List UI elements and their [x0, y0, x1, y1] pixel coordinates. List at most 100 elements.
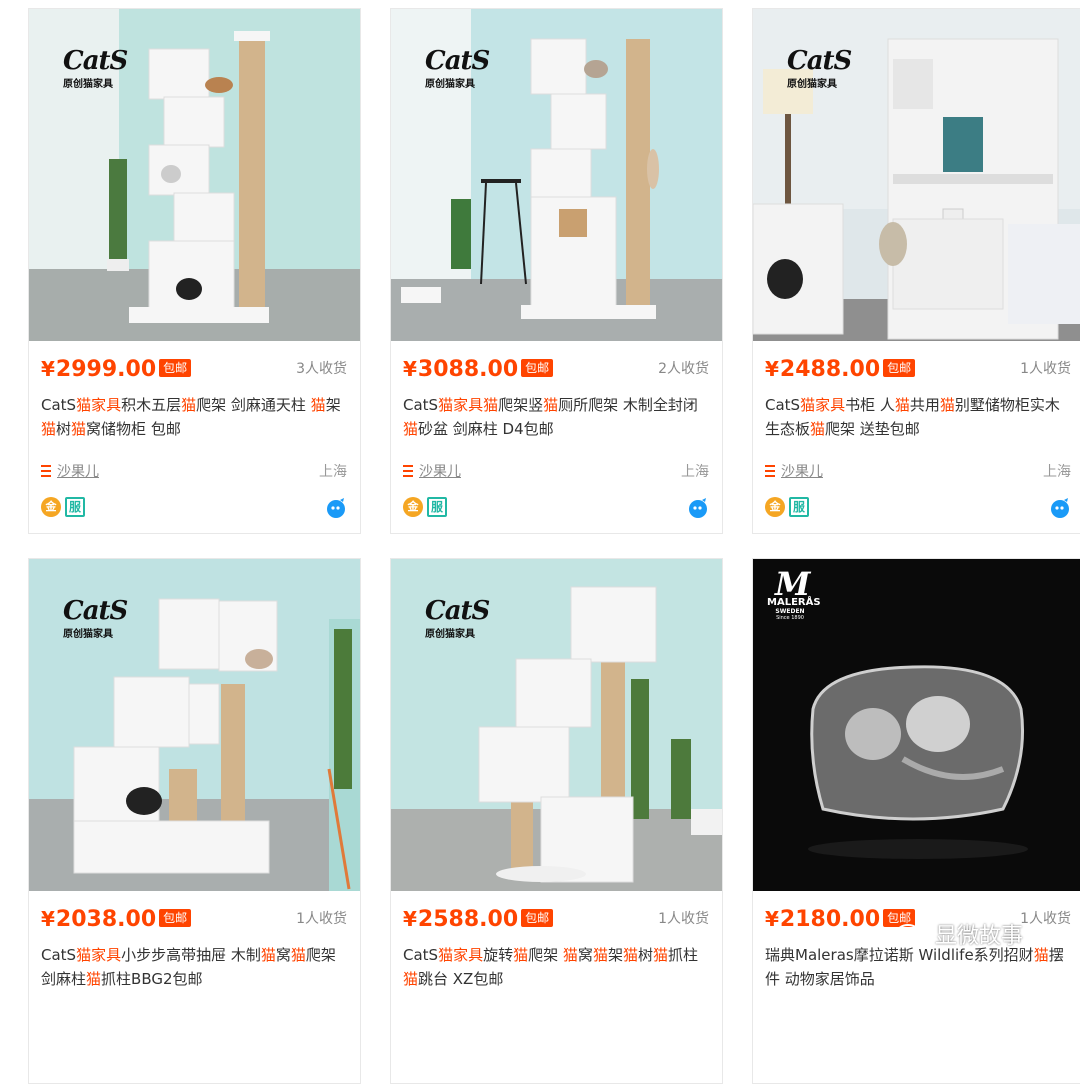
shop-row: 沙果儿 上海	[403, 461, 709, 481]
title-text: CatS	[765, 396, 801, 414]
keyword-highlight: 猫	[403, 420, 419, 438]
shop-link[interactable]: 沙果儿	[419, 461, 461, 481]
free-shipping-badge: 包邮	[883, 359, 916, 377]
product-title-link[interactable]: CatS猫家具积木五层猫爬架 剑麻通天柱 猫架猫树猫窝储物柜 包邮	[41, 393, 347, 441]
product-title-link[interactable]: CatS猫家具小步步高带抽屉 木制猫窝猫爬架 剑麻柱猫抓柱BBG2包邮	[41, 943, 347, 991]
price-row: ¥3088.00 包邮 2人收货	[403, 356, 709, 382]
shop-link[interactable]: 沙果儿	[781, 461, 823, 481]
shop-icon	[41, 465, 51, 477]
title-text: 积木五层	[121, 396, 182, 414]
title-text: CatS	[41, 946, 77, 964]
sales-count: 2人收货	[658, 361, 709, 377]
product-image[interactable]: CatS 原创猫家具	[391, 559, 722, 891]
shop-icon	[765, 465, 775, 477]
free-shipping-badge: 包邮	[521, 359, 554, 377]
product-card[interactable]: CatS 原创猫家具 ¥2588.00 包邮 1人收货 CatS猫家具旋转猫爬架…	[390, 558, 723, 1084]
shop-row: 沙果儿 上海	[41, 461, 347, 481]
keyword-highlight: 猫	[310, 396, 326, 414]
free-shipping-badge: 包邮	[159, 359, 192, 377]
product-card[interactable]: CatS 原创猫家具 ¥3088.00 包邮 2人收货 CatS猫家具猫爬架竖猫…	[390, 8, 723, 534]
brand-logo: CatS 原创猫家具	[63, 596, 128, 640]
price: ¥2180.00	[765, 907, 881, 932]
title-text: CatS	[403, 396, 439, 414]
badges: 金 服	[403, 497, 709, 521]
gold-seller-icon[interactable]: 金	[403, 497, 423, 517]
title-text: 砂盆 剑麻柱 D4包邮	[418, 420, 554, 438]
price: ¥2038.00	[41, 907, 157, 932]
title-text: 旋转	[483, 946, 514, 964]
title-text: 架	[607, 946, 623, 964]
keyword-highlight: 猫家具	[438, 946, 484, 964]
brand-logo: CatS 原创猫家具	[63, 46, 128, 90]
service-icon[interactable]: 服	[789, 497, 809, 517]
product-image[interactable]: CatS 原创猫家具	[391, 9, 722, 341]
keyword-highlight: 猫	[71, 420, 87, 438]
wangwang-chat-icon[interactable]	[325, 497, 347, 519]
sales-count: 1人收货	[1020, 911, 1071, 927]
title-text: 爬架竖	[498, 396, 544, 414]
keyword-highlight: 猫	[260, 946, 276, 964]
sales-count: 1人收货	[296, 911, 347, 927]
title-text: 树	[56, 420, 72, 438]
title-text: 爬架 剑麻通天柱	[196, 396, 311, 414]
product-image[interactable]: M MALERÅS SWEDEN Since 1890	[753, 559, 1080, 891]
shop-link[interactable]: 沙果儿	[57, 461, 99, 481]
title-text: 架	[325, 396, 341, 414]
title-text: CatS	[41, 396, 77, 414]
location: 上海	[681, 464, 709, 480]
keyword-highlight: 猫	[403, 970, 419, 988]
badges: 金 服	[41, 497, 347, 521]
wangwang-chat-icon[interactable]	[1049, 497, 1071, 519]
title-text: 抓柱	[668, 946, 699, 964]
product-title-link[interactable]: CatS猫家具旋转猫爬架 猫窝猫架猫树猫抓柱猫跳台 XZ包邮	[403, 943, 709, 991]
title-text: 爬架	[528, 946, 563, 964]
keyword-highlight: 猫	[939, 396, 955, 414]
title-text: 窝	[577, 946, 593, 964]
shop-icon	[403, 465, 413, 477]
price: ¥3088.00	[403, 357, 519, 382]
product-image[interactable]: CatS 原创猫家具	[753, 9, 1080, 341]
product-card[interactable]: CatS 原创猫家具 ¥2488.00 包邮 1人收货 CatS猫家具书柜 人猫…	[752, 8, 1080, 534]
wechat-icon	[896, 924, 928, 945]
keyword-highlight: 猫	[810, 420, 826, 438]
product-title-link[interactable]: CatS猫家具书柜 人猫共用猫别墅储物柜实木生态板猫爬架 送垫包邮	[765, 393, 1071, 441]
product-title-link[interactable]: 瑞典Maleras摩拉诺斯 Wildlife系列招财猫摆件 动物家居饰品	[765, 943, 1071, 991]
service-icon[interactable]: 服	[427, 497, 447, 517]
keyword-highlight: 猫家具	[76, 396, 122, 414]
location: 上海	[1043, 464, 1071, 480]
brand-logo: MALERÅS SWEDEN Since 1890	[767, 597, 821, 621]
product-card[interactable]: CatS 原创猫家具 ¥2999.00 包邮 3人收货 CatS猫家具积木五层猫…	[28, 8, 361, 534]
keyword-highlight: 猫	[592, 946, 608, 964]
free-shipping-badge: 包邮	[159, 909, 192, 927]
keyword-highlight: 猫	[894, 396, 910, 414]
keyword-highlight: 猫	[41, 420, 57, 438]
title-text: 窝储物柜 包邮	[86, 420, 181, 438]
wangwang-chat-icon[interactable]	[687, 497, 709, 519]
price-row: ¥2999.00 包邮 3人收货	[41, 356, 347, 382]
title-text: 窝	[275, 946, 291, 964]
product-card[interactable]: CatS 原创猫家具 ¥2038.00 包邮 1人收货 CatS猫家具小步步高带…	[28, 558, 361, 1084]
keyword-highlight: 猫	[622, 946, 638, 964]
price: ¥2588.00	[403, 907, 519, 932]
product-image[interactable]: CatS 原创猫家具	[29, 9, 360, 341]
shop-row: 沙果儿 上海	[765, 461, 1071, 481]
title-text: 爬架 送垫包邮	[825, 420, 920, 438]
price-row: ¥2588.00 包邮 1人收货	[403, 906, 709, 932]
keyword-highlight: 猫	[562, 946, 578, 964]
badges: 金 服	[765, 497, 1071, 521]
keyword-highlight: 猫	[653, 946, 669, 964]
product-title-link[interactable]: CatS猫家具猫爬架竖猫厕所爬架 木制全封闭猫砂盆 剑麻柱 D4包邮	[403, 393, 709, 441]
keyword-highlight: 猫	[181, 396, 197, 414]
watermark: 显微故事	[895, 918, 1023, 950]
service-icon[interactable]: 服	[65, 497, 85, 517]
keyword-highlight: 猫	[290, 946, 306, 964]
product-card[interactable]: M MALERÅS SWEDEN Since 1890 ¥2180.00 包邮 …	[752, 558, 1080, 1084]
free-shipping-badge: 包邮	[521, 909, 554, 927]
title-text: 树	[637, 946, 653, 964]
keyword-highlight: 猫	[513, 946, 529, 964]
location: 上海	[319, 464, 347, 480]
product-image[interactable]: CatS 原创猫家具	[29, 559, 360, 891]
gold-seller-icon[interactable]: 金	[41, 497, 61, 517]
gold-seller-icon[interactable]: 金	[765, 497, 785, 517]
brand-logo: CatS 原创猫家具	[425, 46, 490, 90]
